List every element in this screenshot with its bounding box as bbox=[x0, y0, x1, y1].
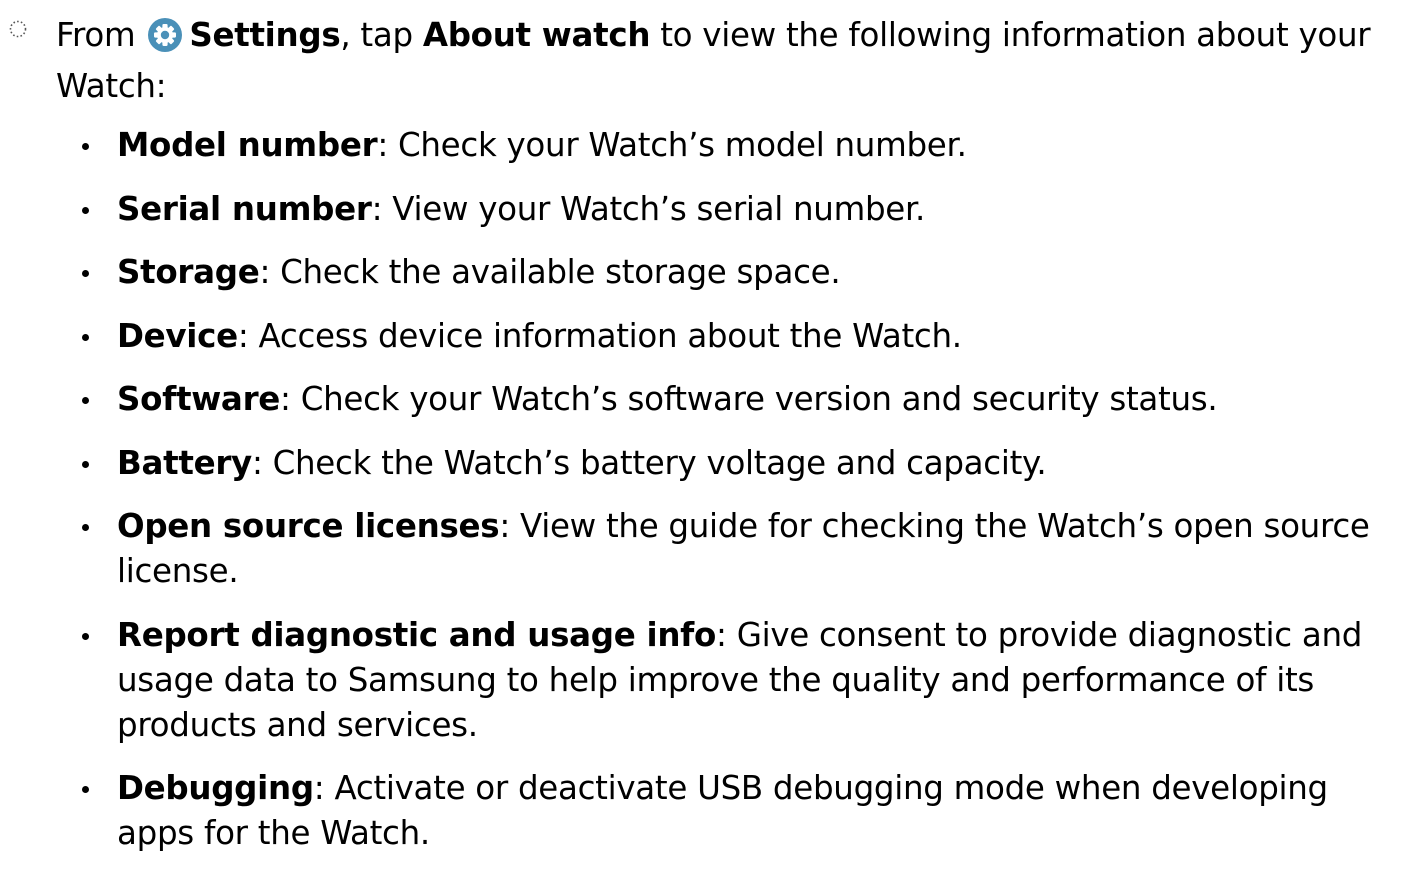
settings-label: Settings bbox=[189, 16, 341, 54]
item-description: : View your Watch’s serial number. bbox=[371, 189, 926, 228]
step-middle: , tap bbox=[340, 16, 413, 54]
bullet-dot bbox=[82, 397, 89, 404]
item-description: : Access device information about the Wa… bbox=[237, 316, 962, 355]
list-item: Software: Check your Watch’s software ve… bbox=[80, 377, 1410, 422]
item-term: Battery bbox=[117, 443, 252, 482]
bullet-dot bbox=[82, 460, 89, 468]
item-term: Model number bbox=[117, 126, 378, 164]
item-description: : Check your Watch’s software version an… bbox=[280, 380, 1218, 418]
list-item: Battery: Check the Watch’s battery volta… bbox=[80, 441, 1410, 486]
item-term: Storage bbox=[117, 253, 260, 291]
list-item: Device: Access device information about … bbox=[80, 314, 1410, 359]
list-item: Serial number: View your Watch’s serial … bbox=[80, 187, 1410, 232]
bullet-dot bbox=[82, 632, 89, 640]
list-item: Report diagnostic and usage info: Give c… bbox=[80, 613, 1410, 748]
list-item: Open source licenses: View the guide for… bbox=[80, 504, 1410, 594]
item-description: : Check your Watch’s model number. bbox=[377, 126, 967, 164]
about-watch-label: About watch bbox=[422, 16, 651, 54]
bullet-dot bbox=[82, 206, 89, 214]
item-term: Open source licenses bbox=[117, 507, 500, 545]
list-item: Debugging: Activate or deactivate USB de… bbox=[80, 766, 1410, 856]
step-instruction: From Settings, tap About watch to view t… bbox=[8, 10, 1413, 112]
step-prefix: From bbox=[56, 16, 146, 54]
bullet-dot bbox=[82, 786, 89, 793]
about-watch-info-list: Model number: Check your Watch’s model n… bbox=[80, 123, 1410, 875]
item-term: Report diagnostic and usage info bbox=[117, 615, 717, 654]
step-text: From Settings, tap About watch to view t… bbox=[56, 10, 1413, 112]
bullet-dot bbox=[82, 143, 89, 150]
dotted-circle-step-icon bbox=[8, 10, 56, 39]
item-term: Debugging bbox=[117, 769, 314, 807]
item-term: Device bbox=[117, 316, 238, 355]
gear-icon bbox=[147, 17, 183, 53]
list-item: Storage: Check the available storage spa… bbox=[80, 250, 1410, 295]
bullet-dot bbox=[82, 524, 89, 531]
bullet-dot bbox=[82, 270, 89, 277]
item-term: Software bbox=[117, 380, 281, 418]
manual-page: From Settings, tap About watch to view t… bbox=[0, 0, 1420, 861]
item-description: : Check the Watch’s battery voltage and … bbox=[251, 443, 1047, 482]
bullet-dot bbox=[82, 333, 89, 341]
item-term: Serial number bbox=[117, 189, 372, 228]
list-item: Model number: Check your Watch’s model n… bbox=[80, 123, 1410, 168]
item-description: : Check the available storage space. bbox=[259, 253, 841, 291]
